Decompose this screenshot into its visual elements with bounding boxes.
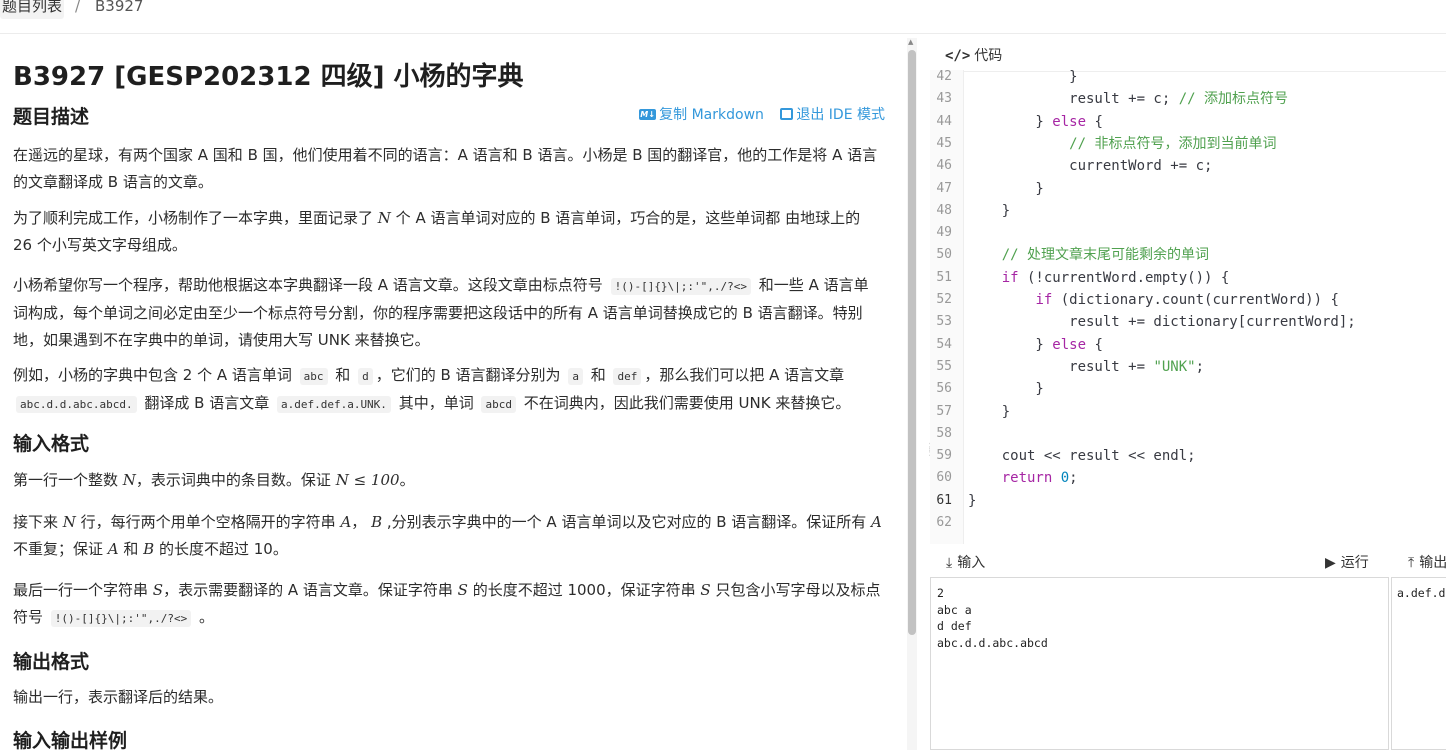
code-text: // 处理文章末尾可能剩余的单词 — [1001, 247, 1210, 264]
code-text: } — [968, 202, 1011, 219]
line-number: 59 — [936, 448, 952, 464]
code-text: } — [968, 381, 1044, 398]
line-number: 48 — [936, 202, 952, 218]
code-text: } — [968, 180, 1044, 197]
output-tab[interactable]: ⤒ 输出 — [1408, 552, 1446, 572]
exit-ide-button[interactable]: 退出 IDE 模式 — [780, 107, 885, 123]
line-number: 62 — [936, 515, 952, 530]
line-number: 56 — [936, 381, 952, 397]
editor-header: </> 代码 — [930, 38, 1446, 72]
copy-markdown-button[interactable]: M↓ 复制 Markdown — [639, 107, 764, 123]
output-format-paragraph: 输出一行，表示翻译后的结果。 — [13, 688, 224, 706]
code-text: result += "UNK"; — [968, 358, 1205, 375]
input-tab[interactable]: ⤓ 输入 — [946, 552, 985, 572]
line-number: 46 — [936, 158, 952, 174]
code-text: } else { — [968, 113, 1103, 130]
code-text: } else { — [968, 336, 1103, 353]
input-format-paragraph-2: 接下来 N 行，每行两个用单个空格隔开的字符串 A， B ,分别表示字典中的一个… — [13, 513, 882, 558]
output-area: a.def.d — [1391, 577, 1446, 750]
exit-icon — [780, 108, 794, 120]
punctuation-code-2: !()-[]{}\|;:'",./?<> — [50, 610, 192, 627]
code-text: if (!currentWord.empty()) { — [1001, 269, 1230, 286]
line-number: 44 — [936, 113, 952, 129]
code-text: result += c; // 添加标点符号 — [968, 91, 1289, 108]
code-text: if (dictionary.count(currentWord)) { — [1035, 292, 1339, 308]
io-header: ⤓ 输入 ▶ 运行 ⤒ 输出 — [930, 546, 1446, 576]
code-text: currentWord += c; — [968, 158, 1213, 175]
line-number: 43 — [936, 91, 952, 107]
description-paragraph-4: 例如，小杨的字典中包含 2 个 A 语言单词 abc 和 d ，它们的 B 语言翻… — [13, 366, 851, 413]
code-text: cout << result << endl; — [968, 448, 1196, 465]
line-number: 61 — [936, 492, 952, 508]
section-output-heading: 输出格式 — [13, 651, 90, 673]
upload-icon: ⤒ — [1408, 555, 1415, 571]
scroll-up-icon[interactable]: ▲ — [908, 38, 913, 46]
code-text: } — [968, 403, 1011, 420]
line-number: 57 — [936, 403, 952, 419]
download-icon: ⤓ — [946, 555, 953, 571]
code-editor[interactable]: 42 } 43 result += c; // 添加标点符号 44 } else {… — [930, 70, 1446, 544]
page-title: B3927 [GESP202312 四级] 小杨的字典 — [13, 62, 524, 92]
line-number: 47 — [936, 180, 952, 196]
line-number: 60 — [936, 470, 952, 486]
breadcrumb-current: B3927 — [95, 0, 144, 15]
scrollbar-thumb[interactable] — [908, 50, 916, 635]
code-text: } — [968, 492, 977, 509]
description-paragraph-2: 为了顺利完成工作，小杨制作了一本字典，里面记录了 N 个 A 语言单词对应的 B… — [13, 209, 861, 254]
problem-panel: B3927 [GESP202312 四级] 小杨的字典 题目描述 M↓ 复制 Ma… — [0, 36, 905, 750]
code-text: } — [968, 70, 1078, 85]
line-number: 54 — [936, 336, 952, 352]
section-description-heading: 题目描述 — [13, 106, 90, 128]
code-text: return 0; — [1001, 470, 1078, 487]
editor-tab-code[interactable]: </> 代码 — [945, 45, 1002, 65]
input-textarea[interactable]: 2 abc a d def abc.d.d.abc.abcd — [930, 577, 1389, 750]
line-number: 53 — [936, 314, 952, 330]
line-number: 52 — [936, 292, 952, 307]
problem-scrollbar[interactable]: ▲ — [907, 38, 917, 750]
description-paragraph-3: 小杨希望你写一个程序，帮助他根据这本字典翻译一段 A 语言文章。这段文章由标点符… — [13, 276, 869, 349]
run-button[interactable]: ▶ 运行 — [1325, 552, 1369, 572]
line-number: 51 — [936, 269, 952, 285]
section-input-heading: 输入格式 — [13, 433, 90, 455]
punctuation-code: !()-[]{}\|;:'",./?<> — [610, 278, 752, 295]
code-text: result += dictionary[currentWord]; — [968, 314, 1356, 331]
code-text: // 非标点符号，添加到当前单词 — [1069, 135, 1277, 152]
breadcrumb: 题目列表 / B3927 — [0, 0, 1446, 34]
line-number: 45 — [936, 135, 952, 151]
problem-actions: M↓ 复制 Markdown 退出 IDE 模式 — [627, 104, 885, 124]
breadcrumb-separator: / — [75, 0, 81, 15]
line-number: 58 — [936, 425, 952, 441]
description-paragraph-1: 在遥远的星球，有两个国家 A 国和 B 国，他们使用着不同的语言：A 语言和 B… — [13, 146, 878, 191]
section-sample-heading: 输入输出样例 — [13, 730, 128, 750]
input-format-paragraph-1: 第一行一个整数 N，表示词典中的条目数。保证 N ≤ 100。 — [13, 471, 415, 489]
code-icon: </> — [945, 48, 971, 64]
line-number: 42 — [936, 70, 952, 84]
line-number: 49 — [936, 225, 952, 241]
line-number: 55 — [936, 358, 952, 374]
line-number: 50 — [936, 247, 952, 263]
breadcrumb-problem-list[interactable]: 题目列表 — [0, 0, 65, 19]
markdown-icon: M↓ — [639, 108, 657, 120]
play-icon: ▶ — [1325, 555, 1336, 571]
input-format-paragraph-3: 最后一行一个字符串 S，表示需要翻译的 A 语言文章。保证字符串 S 的长度不超… — [13, 581, 881, 627]
